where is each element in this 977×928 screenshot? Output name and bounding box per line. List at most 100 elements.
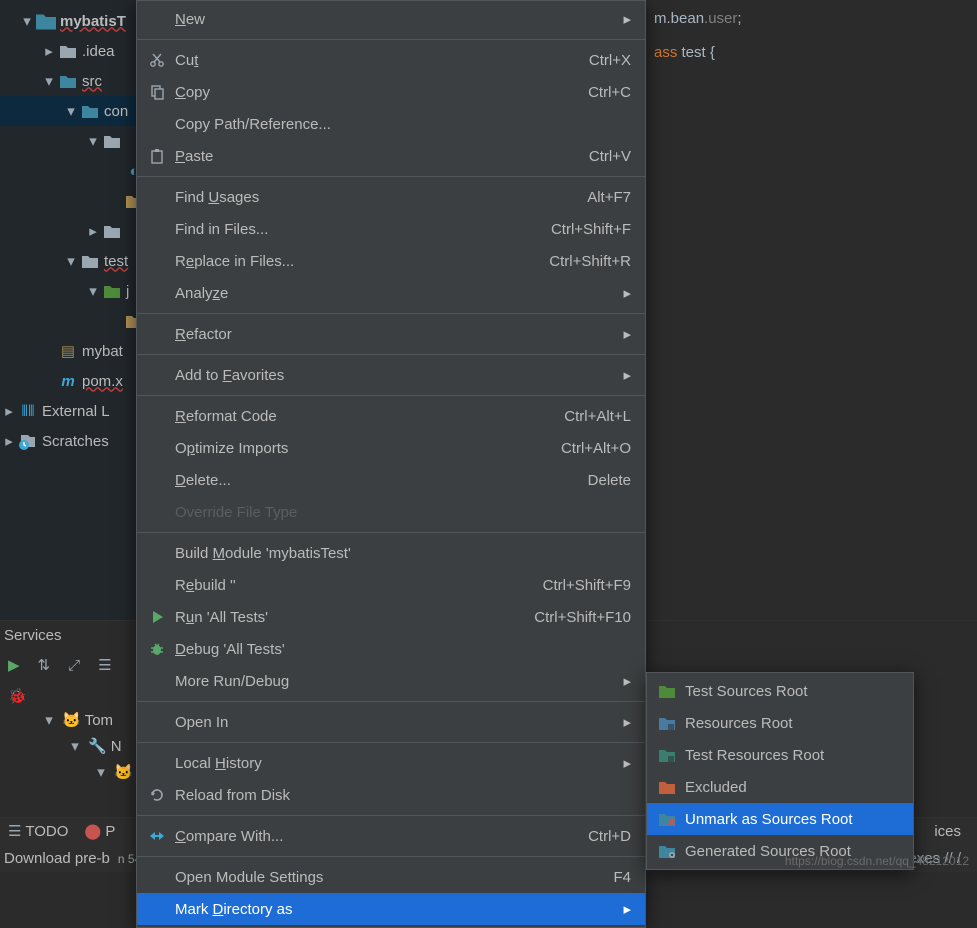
shortcut: Ctrl+X [589, 52, 631, 69]
folder-teal-icon [655, 745, 679, 765]
menu-item-build-module-mybatistest[interactable]: Build Module 'mybatisTest' [137, 537, 645, 569]
chevron-down-icon[interactable]: ▾ [18, 12, 36, 30]
menu-label: Find in Files... [175, 221, 521, 238]
chevron-right-icon[interactable]: ▸ [84, 222, 102, 240]
submenu-item-test-sources-root[interactable]: Test Sources Root [647, 675, 913, 707]
blank-icon [145, 470, 169, 490]
chevron-down-icon[interactable]: ▾ [66, 737, 84, 755]
shortcut: Ctrl+Alt+O [561, 440, 631, 457]
shortcut: Alt+F7 [587, 189, 631, 206]
label: Tom [85, 712, 113, 729]
menu-item-refactor[interactable]: Refactor▸ [137, 318, 645, 350]
label: N [111, 738, 122, 755]
shortcut: Ctrl+D [588, 828, 631, 845]
submenu-label: Unmark as Sources Root [685, 811, 899, 828]
run-icon[interactable]: ▶ [8, 656, 20, 674]
problems-tab[interactable]: ⬤ P [84, 822, 115, 840]
submenu-item-unmark-as-sources-root[interactable]: Unmark as Sources Root [647, 803, 913, 835]
status-message: Download pre-b [4, 850, 110, 867]
folder-gear-icon [655, 841, 679, 861]
menu-item-local-history[interactable]: Local History▸ [137, 747, 645, 779]
chevron-right-icon: ▸ [623, 672, 631, 690]
chevron-down-icon[interactable]: ▾ [40, 711, 58, 729]
menu-label: Override File Type [175, 504, 631, 521]
menu-item-debug-all-tests[interactable]: Debug 'All Tests' [137, 633, 645, 665]
project-icon [36, 11, 56, 31]
menu-item-reload-from-disk[interactable]: Reload from Disk [137, 779, 645, 811]
submenu-item-excluded[interactable]: Excluded [647, 771, 913, 803]
shortcut: F4 [613, 869, 631, 886]
submenu-item-test-resources-root[interactable]: Test Resources Root [647, 739, 913, 771]
chevron-down-icon[interactable]: ▾ [62, 102, 80, 120]
blank-icon [145, 867, 169, 887]
menu-label: Analyze [175, 285, 593, 302]
chevron-down-icon[interactable]: ▾ [84, 132, 102, 150]
submenu-mark-directory: Test Sources RootResources RootTest Reso… [646, 672, 914, 870]
menu-item-mark-directory-as[interactable]: Mark Directory as▸ [137, 893, 645, 925]
chevron-right-icon: ▸ [623, 325, 631, 343]
run-icon [145, 607, 169, 627]
label: P [105, 823, 115, 840]
menu-item-add-to-favorites[interactable]: Add to Favorites▸ [137, 359, 645, 391]
blank-icon [145, 187, 169, 207]
tree-label: test [104, 253, 128, 270]
menu-item-reformat-code[interactable]: Reformat CodeCtrl+Alt+L [137, 400, 645, 432]
chevron-down-icon[interactable]: ▾ [40, 72, 58, 90]
menu-item-find-in-files[interactable]: Find in Files...Ctrl+Shift+F [137, 213, 645, 245]
menu-label: Add to Favorites [175, 367, 593, 384]
menu-item-rebuild-default[interactable]: Rebuild ''Ctrl+Shift+F9 [137, 569, 645, 601]
menu-item-open-in[interactable]: Open In▸ [137, 706, 645, 738]
chevron-right-icon[interactable]: ▸ [40, 42, 58, 60]
menu-label: Build Module 'mybatisTest' [175, 545, 631, 562]
menu-label: Reload from Disk [175, 787, 631, 804]
menu-item-copy[interactable]: CopyCtrl+C [137, 76, 645, 108]
menu-item-paste[interactable]: PasteCtrl+V [137, 140, 645, 172]
menu-item-compare-with[interactable]: Compare With...Ctrl+D [137, 820, 645, 852]
chevron-right-icon[interactable]: ▸ [0, 432, 18, 450]
blank-icon [145, 899, 169, 919]
menu-item-override-file-type: Override File Type [137, 496, 645, 528]
filter-icon[interactable]: ⇅ [38, 656, 51, 674]
menu-item-copy-path-reference[interactable]: Copy Path/Reference... [137, 108, 645, 140]
label: TODO [25, 823, 68, 840]
menu-label: Cut [175, 52, 559, 69]
menu-item-cut[interactable]: Cut Ctrl+X [137, 44, 645, 76]
more-icon[interactable]: ☰ [98, 656, 111, 674]
chevron-down-icon[interactable]: ▾ [62, 252, 80, 270]
tomcat-icon: 🐱 [62, 711, 81, 729]
chevron-down-icon[interactable]: ▾ [84, 282, 102, 300]
chevron-right-icon: ▸ [623, 754, 631, 772]
todo-tab[interactable]: ☰ TODO [8, 822, 68, 840]
debug-icon[interactable]: 🐞 [8, 687, 27, 705]
menu-item-find-usages[interactable]: Find UsagesAlt+F7 [137, 181, 645, 213]
submenu-item-resources-root[interactable]: Resources Root [647, 707, 913, 739]
folder-icon [102, 131, 122, 151]
blank-icon [145, 406, 169, 426]
chevron-down-icon[interactable]: ▾ [92, 763, 110, 781]
reload-icon [145, 785, 169, 805]
folder-icon [102, 221, 122, 241]
tree-label: pom.x [82, 373, 123, 390]
expand-icon[interactable]: ⤢ [68, 657, 80, 674]
code: .user [704, 10, 737, 27]
menu-label: Replace in Files... [175, 253, 519, 270]
chevron-right-icon[interactable]: ▸ [0, 402, 18, 420]
menu-item-optimize-imports[interactable]: Optimize Imports Ctrl+Alt+O [137, 432, 645, 464]
code-editor[interactable]: m.bean.user; ass test { [650, 0, 977, 620]
menu-item-open-module-settings[interactable]: Open Module SettingsF4 [137, 861, 645, 893]
menu-label: Reformat Code [175, 408, 534, 425]
menu-item-more-run-debug[interactable]: More Run/Debug▸ [137, 665, 645, 697]
menu-item-delete[interactable]: Delete...Delete [137, 464, 645, 496]
menu-item-analyze[interactable]: Analyze▸ [137, 277, 645, 309]
menu-label: Optimize Imports [175, 440, 531, 457]
menu-item-new[interactable]: New▸ [137, 3, 645, 35]
folder-blue-icon [655, 713, 679, 733]
folder-green-icon [655, 681, 679, 701]
label: ices [934, 823, 961, 840]
menu-item-replace-in-files[interactable]: Replace in Files...Ctrl+Shift+R [137, 245, 645, 277]
code: .bean [667, 10, 705, 27]
code: ; [737, 10, 741, 27]
chevron-right-icon: ▸ [623, 713, 631, 731]
folder-icon [58, 41, 78, 61]
menu-item-run-all-tests[interactable]: Run 'All Tests'Ctrl+Shift+F10 [137, 601, 645, 633]
